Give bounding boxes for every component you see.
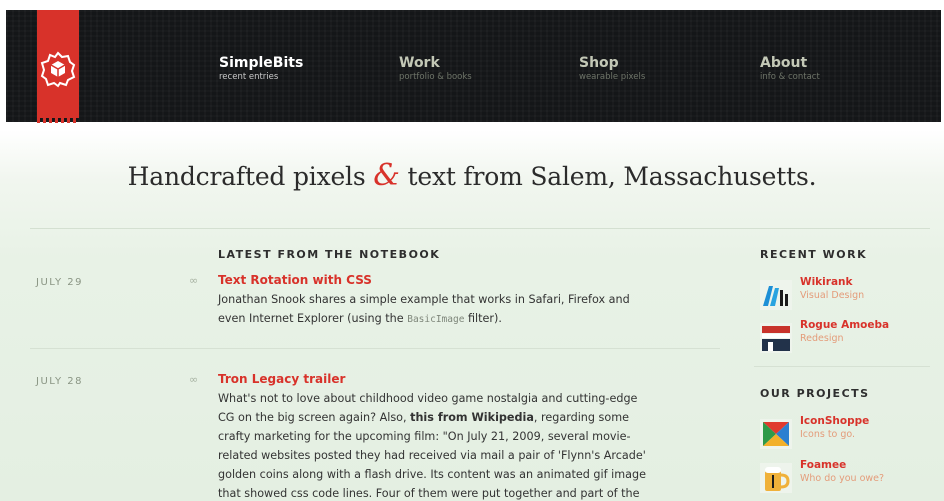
entry-title-link[interactable]: Text Rotation with CSS <box>218 273 372 287</box>
tagline-text-end: text from Salem, Massachusetts. <box>399 162 817 191</box>
entry-text-fragment: even Internet Explorer (using the <box>218 312 408 325</box>
entry-line: crafty marketing for the upcoming film: … <box>218 430 631 443</box>
nav-item-shop[interactable]: Shop wearable pixels <box>579 55 645 83</box>
rogue-amoeba-logo-icon <box>760 323 792 353</box>
entry-date: JULY 29 <box>36 277 84 288</box>
site-logo[interactable] <box>37 10 79 123</box>
wikipedia-link[interactable]: this from Wikipedia <box>410 411 534 424</box>
nav-subtitle: recent entries <box>219 72 279 82</box>
entry-line: even Internet Explorer (using the BasicI… <box>218 309 698 329</box>
nav-item-work[interactable]: Work portfolio & books <box>399 55 472 83</box>
tagline-ampersand: & <box>373 158 400 193</box>
project-title: Foamee <box>800 459 847 471</box>
nav-title: About <box>760 55 808 71</box>
recent-work-heading: RECENT WORK <box>760 248 868 261</box>
recent-work-subtitle: Redesign <box>800 333 844 344</box>
recent-work-title: Wikirank <box>800 276 853 288</box>
permalink-icon[interactable]: ∞ <box>189 373 198 386</box>
nav-subtitle: wearable pixels <box>579 72 646 82</box>
project-subtitle: Who do you owe? <box>800 473 885 484</box>
nav-subtitle: info & contact <box>760 72 820 82</box>
tagline-text-start: Handcrafted pixels <box>127 162 374 191</box>
entry-date: JULY 28 <box>36 376 84 387</box>
entry-line: that showed css code lines. Four of them… <box>218 487 640 500</box>
recent-work-title: Rogue Amoeba <box>800 319 890 331</box>
entry-line: related websites posted they had receive… <box>218 449 646 462</box>
entry-line: CG on the big screen again? Also, this f… <box>218 408 698 427</box>
project-subtitle: Icons to go. <box>800 429 856 440</box>
iconshoppe-logo-icon <box>760 419 792 449</box>
sidebar-divider <box>754 366 930 367</box>
entry-text-fragment: filter). <box>464 312 502 325</box>
cube-badge-icon <box>40 51 76 88</box>
our-projects-heading: OUR PROJECTS <box>760 387 870 400</box>
entry-body: What's not to love about childhood video… <box>218 389 698 501</box>
entry-divider <box>30 348 720 349</box>
notebook-heading: LATEST FROM THE NOTEBOOK <box>218 248 441 261</box>
entry-line: What's not to love about childhood video… <box>218 392 638 405</box>
foamee-logo-icon <box>760 463 792 493</box>
wikirank-logo-icon <box>760 280 792 310</box>
inline-code: BasicImage <box>407 314 465 325</box>
entry-line: Jonathan Snook shares a simple example t… <box>218 293 630 306</box>
entry-text-fragment: CG on the big screen again? Also, <box>218 411 411 424</box>
entry-text-fragment: , regarding some <box>533 411 630 424</box>
nav-subtitle: portfolio & books <box>399 72 472 82</box>
entry-title-link[interactable]: Tron Legacy trailer <box>218 372 345 386</box>
project-title: IconShoppe <box>800 415 870 427</box>
nav-title: Shop <box>579 55 619 71</box>
nav-title: Work <box>399 55 440 71</box>
entry-line: golden coins along with a flash drive. I… <box>218 468 646 481</box>
nav-title: SimpleBits <box>219 55 304 71</box>
entry-body: Jonathan Snook shares a simple example t… <box>218 290 698 329</box>
site-tagline: Handcrafted pixels & text from Salem, Ma… <box>0 158 944 193</box>
nav-item-about[interactable]: About info & contact <box>760 55 820 83</box>
permalink-icon[interactable]: ∞ <box>189 274 198 287</box>
divider <box>30 228 930 229</box>
nav-item-simplebits[interactable]: SimpleBits recent entries <box>219 55 303 83</box>
recent-work-subtitle: Visual Design <box>800 290 865 301</box>
